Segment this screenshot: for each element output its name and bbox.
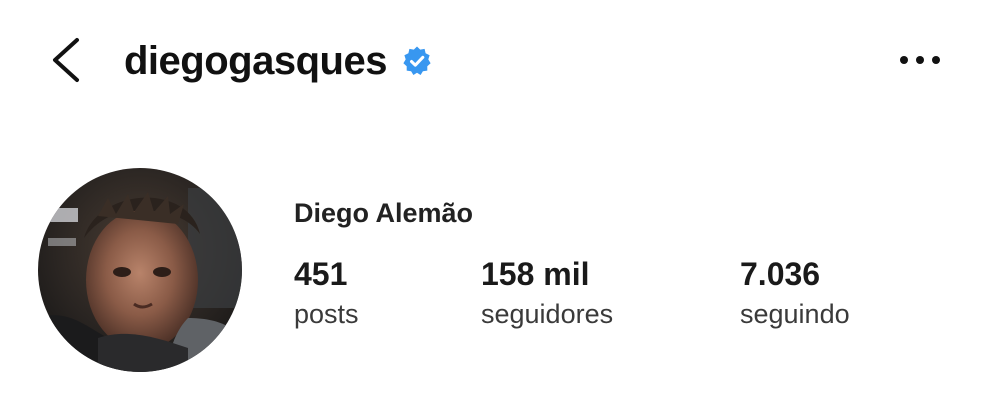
profile-photo [38, 168, 242, 372]
back-button[interactable] [44, 32, 88, 88]
posts-stat[interactable]: 451 posts [294, 254, 359, 332]
profile-header: diegogasques [124, 36, 433, 86]
posts-count: 451 [294, 256, 348, 292]
followers-label: seguidores [481, 299, 614, 329]
posts-label: posts [294, 299, 359, 329]
following-stat[interactable]: 7.036 seguindo [740, 254, 850, 332]
verified-badge-icon [401, 45, 433, 77]
followers-stat[interactable]: 158 mil seguidores [481, 254, 613, 332]
more-horizontal-icon [900, 56, 940, 64]
following-label: seguindo [740, 299, 850, 329]
more-options-button[interactable] [892, 44, 948, 76]
followers-count: 158 mil [481, 256, 590, 292]
chevron-left-icon [53, 38, 79, 82]
avatar[interactable] [38, 168, 242, 372]
display-name: Diego Alemão [294, 198, 474, 228]
username: diegogasques [124, 39, 387, 83]
following-count: 7.036 [740, 256, 821, 292]
